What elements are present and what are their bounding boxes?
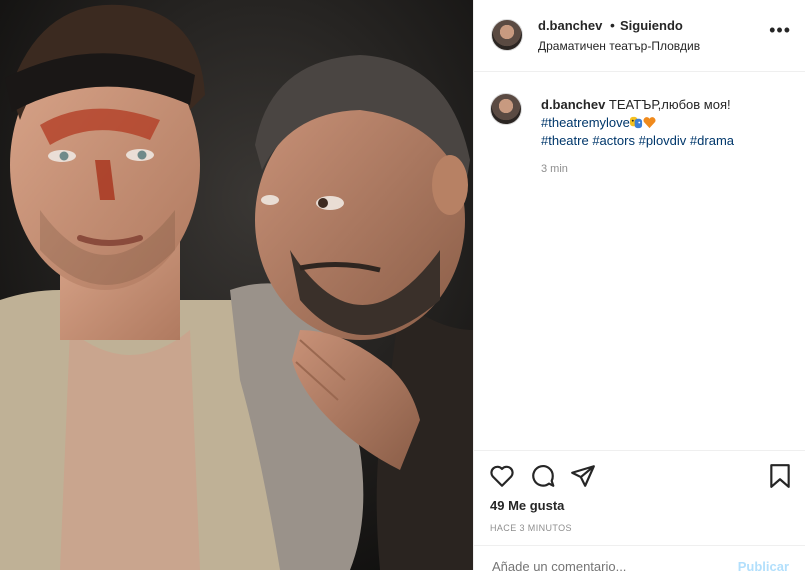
caption-username[interactable]: d.banchev	[541, 97, 605, 112]
hashtag-actors[interactable]: #actors	[592, 133, 635, 148]
heart-icon[interactable]	[489, 463, 515, 489]
post-side-panel: d.banchev • Siguiendo Драматичен театър-…	[473, 0, 805, 575]
publish-button[interactable]: Publicar	[738, 559, 789, 574]
likes-count[interactable]: 49 Me gusta	[490, 498, 564, 513]
orange-heart-icon	[643, 117, 656, 129]
post-actions: 49 Me gusta HACE 3 MINUTOS Publicar	[474, 450, 805, 575]
header-separator: •	[610, 17, 615, 33]
post-timestamp: HACE 3 MINUTOS	[490, 523, 572, 533]
more-icon[interactable]: •••	[769, 21, 791, 39]
share-plane-icon[interactable]	[570, 463, 596, 489]
hashtag-plovdiv[interactable]: #plovdiv	[639, 133, 687, 148]
author-avatar[interactable]	[491, 19, 523, 51]
comment-input[interactable]	[490, 558, 714, 575]
post-header: d.banchev • Siguiendo Драматичен театър-…	[474, 0, 805, 72]
following-button[interactable]: Siguiendo	[620, 18, 683, 33]
caption-text: ТЕАТЪР,любов моя!	[608, 97, 731, 112]
post-photo-illustration	[0, 0, 473, 570]
comment-bubble-icon[interactable]	[530, 463, 556, 489]
caption-timestamp: 3 min	[541, 163, 568, 175]
post-location[interactable]: Драматичен театър-Пловдив	[538, 39, 700, 53]
caption-text-block: d.banchev ТЕАТЪР,любов моя! #theatremylo…	[541, 96, 801, 150]
bookmark-icon[interactable]	[767, 463, 793, 489]
caption-avatar[interactable]	[490, 93, 522, 125]
add-comment-bar: Publicar	[474, 545, 805, 576]
author-username[interactable]: d.banchev	[538, 18, 602, 33]
theatre-masks-icon	[629, 116, 642, 129]
hashtag-theatremylove[interactable]: #theatremylove	[541, 115, 630, 130]
post-photo[interactable]	[0, 0, 473, 570]
hashtag-drama[interactable]: #drama	[690, 133, 734, 148]
hashtag-theatre[interactable]: #theatre	[541, 133, 589, 148]
